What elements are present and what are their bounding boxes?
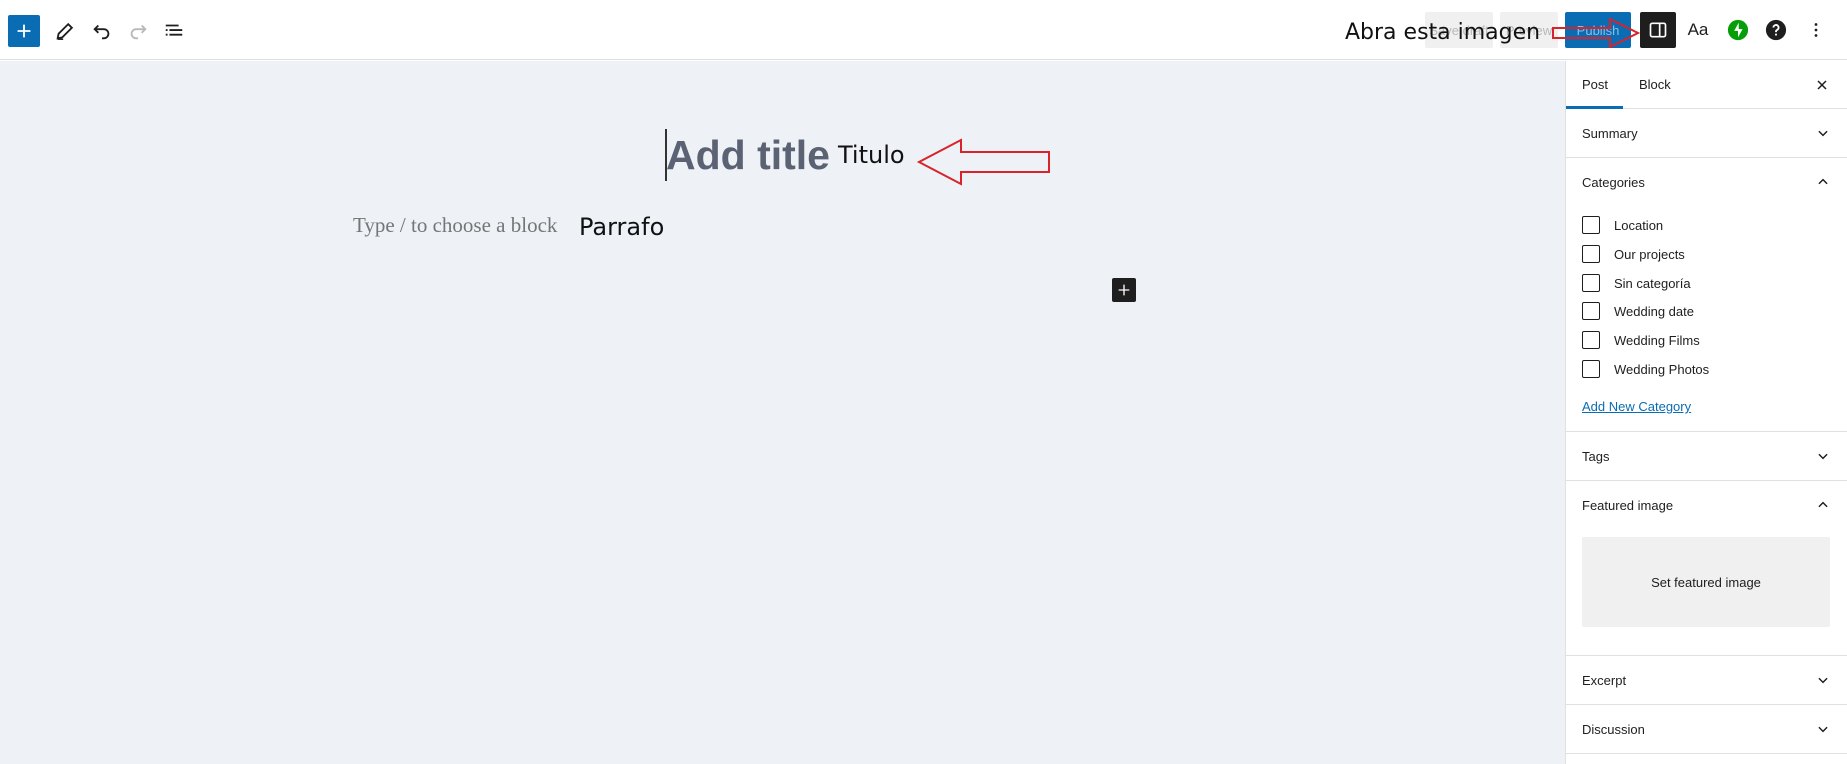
category-label: Sin categoría bbox=[1614, 275, 1691, 291]
category-checkbox[interactable] bbox=[1582, 274, 1600, 292]
undo-button[interactable] bbox=[89, 18, 115, 44]
sidebar-toggle-icon bbox=[1649, 22, 1667, 38]
panel-categories-title: Categories bbox=[1582, 175, 1645, 190]
post-title-input[interactable]: Add title bbox=[666, 132, 830, 179]
jetpack-button[interactable] bbox=[1724, 16, 1752, 44]
chevron-down-icon bbox=[1818, 130, 1828, 137]
tools-button[interactable] bbox=[52, 18, 78, 44]
category-item[interactable]: Wedding Films bbox=[1582, 329, 1700, 351]
annotation-title: Titulo bbox=[838, 141, 905, 169]
category-checkbox[interactable] bbox=[1582, 216, 1600, 234]
add-new-category-link[interactable]: Add New Category bbox=[1582, 399, 1691, 414]
pencil-icon bbox=[56, 22, 74, 40]
more-vertical-icon bbox=[1814, 23, 1818, 37]
category-item[interactable]: Sin categoría bbox=[1582, 272, 1691, 294]
document-overview-button[interactable] bbox=[161, 18, 187, 44]
panel-excerpt-title: Excerpt bbox=[1582, 673, 1627, 688]
options-button[interactable] bbox=[1802, 16, 1830, 44]
panel-discussion-title: Discussion bbox=[1582, 722, 1645, 737]
category-checkbox[interactable] bbox=[1582, 331, 1600, 349]
redo-button[interactable] bbox=[125, 18, 151, 44]
close-sidebar-button[interactable] bbox=[1810, 73, 1834, 97]
category-checkbox[interactable] bbox=[1582, 302, 1600, 320]
set-featured-image-button[interactable]: Set featured image bbox=[1582, 537, 1830, 627]
category-label: Wedding Films bbox=[1614, 332, 1700, 348]
help-icon bbox=[1765, 19, 1787, 41]
plus-icon bbox=[1118, 284, 1130, 296]
chevron-down-icon bbox=[1818, 453, 1828, 460]
panel-featured-image-title: Featured image bbox=[1582, 498, 1674, 513]
category-label: Location bbox=[1614, 217, 1664, 233]
panel-excerpt[interactable]: Excerpt bbox=[1566, 656, 1847, 705]
block-inserter-button[interactable] bbox=[8, 15, 40, 47]
panel-featured-image[interactable]: Featured image bbox=[1566, 481, 1847, 530]
plus-icon bbox=[17, 24, 31, 38]
undo-icon bbox=[93, 24, 110, 40]
category-checkbox[interactable] bbox=[1582, 245, 1600, 263]
category-item[interactable]: Wedding Photos bbox=[1582, 358, 1709, 380]
panel-summary[interactable]: Summary bbox=[1566, 109, 1847, 158]
inline-block-inserter-button[interactable] bbox=[1112, 278, 1136, 302]
settings-button[interactable] bbox=[1640, 12, 1676, 48]
tab-block[interactable]: Block bbox=[1639, 61, 1671, 108]
tab-post[interactable]: Post bbox=[1582, 61, 1608, 108]
panel-discussion[interactable]: Discussion bbox=[1566, 705, 1847, 754]
jetpack-icon bbox=[1727, 19, 1749, 41]
paragraph-placeholder[interactable]: Type / to choose a block bbox=[353, 213, 557, 238]
category-label: Wedding date bbox=[1614, 303, 1694, 319]
styles-button[interactable]: Aa bbox=[1683, 16, 1713, 44]
chevron-up-icon bbox=[1818, 178, 1828, 185]
panel-summary-title: Summary bbox=[1582, 126, 1638, 141]
category-checkbox[interactable] bbox=[1582, 360, 1600, 378]
annotation-arrow-left bbox=[916, 138, 1050, 186]
panel-categories[interactable]: Categories bbox=[1566, 158, 1847, 207]
close-icon bbox=[1817, 80, 1827, 90]
chevron-down-icon bbox=[1818, 726, 1828, 733]
list-view-icon bbox=[165, 24, 183, 36]
panel-tags-title: Tags bbox=[1582, 449, 1610, 464]
annotation-arrow-right bbox=[1552, 18, 1641, 48]
redo-icon bbox=[130, 24, 147, 40]
category-item[interactable]: Location bbox=[1582, 214, 1663, 236]
sidebar-tabs: Post Block bbox=[1566, 61, 1847, 109]
category-label: Wedding Photos bbox=[1614, 361, 1710, 377]
category-label: Our projects bbox=[1614, 246, 1685, 262]
annotation-open-image: Abra esta imagen bbox=[1345, 20, 1541, 45]
chevron-up-icon bbox=[1818, 501, 1828, 508]
settings-sidebar: Post Block Summary Categories Location O… bbox=[1565, 61, 1847, 764]
panel-tags[interactable]: Tags bbox=[1566, 432, 1847, 481]
help-button[interactable] bbox=[1762, 16, 1790, 44]
chevron-down-icon bbox=[1818, 677, 1828, 684]
category-item[interactable]: Wedding date bbox=[1582, 300, 1694, 322]
category-item[interactable]: Our projects bbox=[1582, 243, 1685, 265]
annotation-paragraph: Parrafo bbox=[579, 213, 665, 241]
